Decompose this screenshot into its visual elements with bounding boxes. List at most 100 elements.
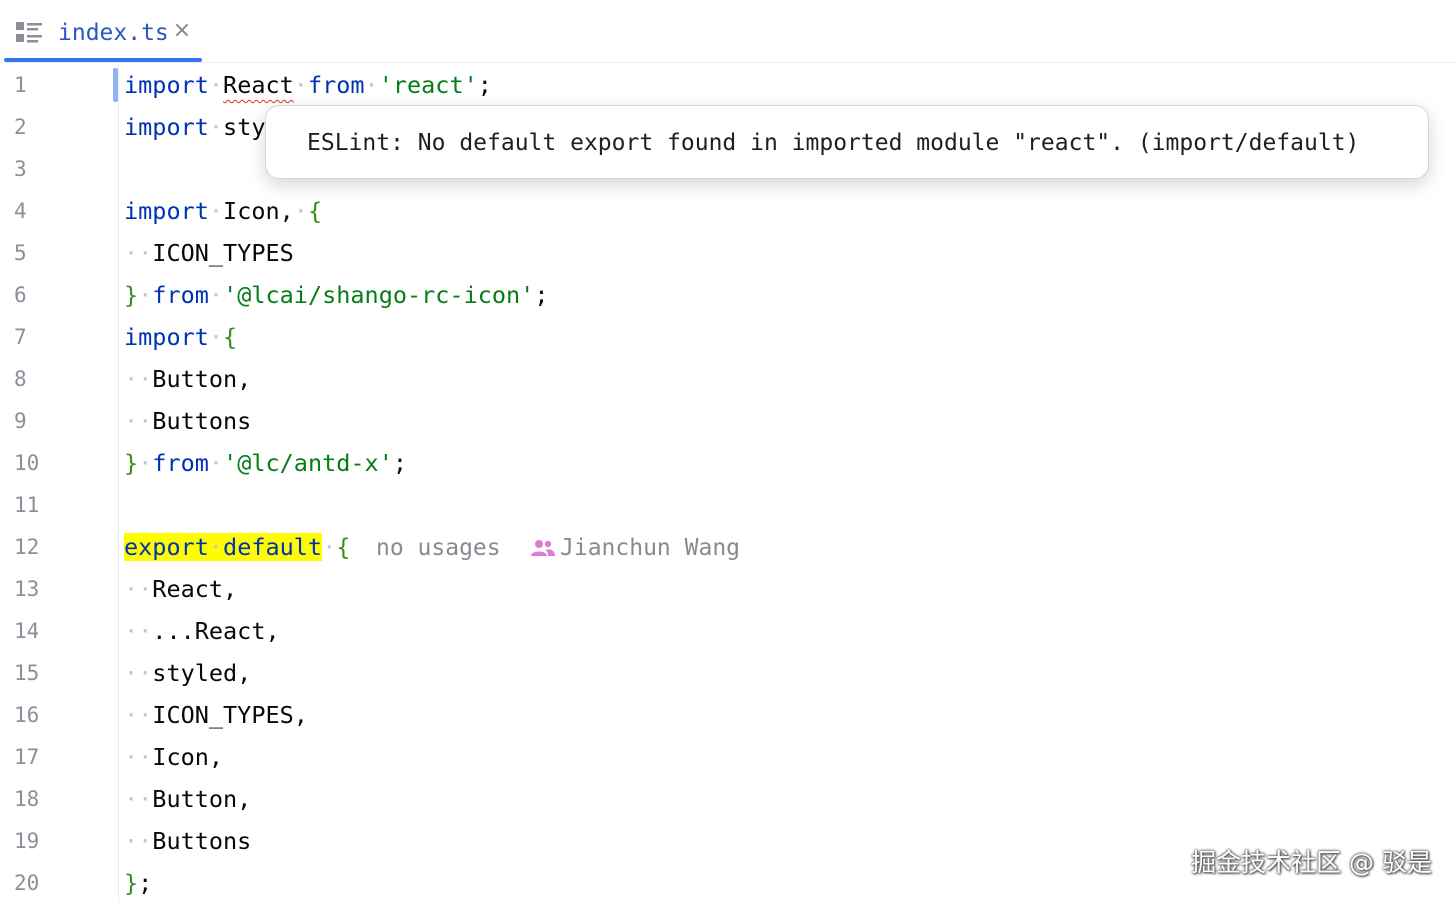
line-number[interactable]: 9 [14,400,54,442]
close-icon[interactable]: × [172,18,192,44]
identifier: ...React, [152,617,280,645]
code-line-7[interactable]: import·{ [124,316,237,358]
line-number[interactable]: 5 [14,232,54,274]
whitespace-dot: · [293,197,308,225]
semicolon: ; [534,281,549,309]
identifier: ICON_TYPES [152,239,294,267]
error-identifier[interactable]: React [223,71,294,99]
identifier: Button, [152,785,252,813]
line-number[interactable]: 10 [14,442,54,484]
indent-dots: ·· [124,617,153,645]
line-number[interactable]: 13 [14,568,54,610]
indent-dots: ·· [124,239,153,267]
code-line-14[interactable]: ··...React, [124,610,280,652]
indent-dots: ·· [124,365,153,393]
code-line-10[interactable]: }·from·'@lc/antd-x'; [124,442,407,484]
semicolon: ; [477,71,492,99]
line-number[interactable]: 6 [14,274,54,316]
gutter-separator [118,64,119,902]
tab-index-ts[interactable]: index.ts × [4,0,202,62]
code-line-5[interactable]: ··ICON_TYPES [124,232,294,274]
indent-dots: ·· [124,743,153,771]
code-line-4[interactable]: import·Icon,·{ [124,190,322,232]
line-number[interactable]: 2 [14,106,54,148]
author-hint[interactable]: Jianchun Wang [560,527,740,569]
brace: } [124,281,139,309]
usages-hint[interactable]: no usages [376,527,501,569]
string-literal: 'react' [378,71,478,99]
code-line-9[interactable]: ··Buttons [124,400,251,442]
line-number[interactable]: 12 [14,526,54,568]
export-default-highlight: export·default [124,533,323,561]
line-number[interactable]: 3 [14,148,54,190]
line-number[interactable]: 18 [14,778,54,820]
line-number[interactable]: 14 [14,610,54,652]
whitespace-dot: · [208,449,224,477]
line-number[interactable]: 7 [14,316,54,358]
indent-dots: ·· [124,659,153,687]
code-line-6[interactable]: }·from·'@lcai/shango-rc-icon'; [124,274,548,316]
line-number[interactable]: 4 [14,190,54,232]
keyword: import [124,197,209,225]
active-tab-indicator [4,58,202,62]
code-line-1[interactable]: import·React·from·'react'; [124,64,492,106]
keyword: default [223,533,323,561]
tooltip-message: ESLint: No default export found in impor… [307,130,1360,156]
keyword: from [152,449,209,477]
brace: } [124,869,139,897]
brace: { [307,197,323,225]
semicolon: ; [138,869,153,897]
whitespace-dot: · [293,71,308,99]
tab-label: index.ts [58,20,169,46]
keyword: import [124,113,209,141]
code-line-16[interactable]: ··ICON_TYPES, [124,694,308,736]
code-line-15[interactable]: ··styled, [124,652,251,694]
indent-dots: ·· [124,407,153,435]
whitespace-dot: · [208,323,224,351]
whitespace-dot: · [208,71,224,99]
whitespace-dot: · [208,281,224,309]
whitespace-dot: · [138,449,153,477]
keyword: export [124,533,209,561]
code-line-18[interactable]: ··Button, [124,778,251,820]
whitespace-dot: · [208,197,224,225]
line-number[interactable]: 15 [14,652,54,694]
whitespace-dot: · [208,533,224,561]
line-number[interactable]: 19 [14,820,54,862]
keyword: from [152,281,209,309]
line-number[interactable]: 20 [14,862,54,904]
code-line-20[interactable]: }; [124,862,152,904]
whitespace-dot: · [138,281,153,309]
code-line-19[interactable]: ··Buttons [124,820,251,862]
line-number[interactable]: 16 [14,694,54,736]
indent-dots: ·· [124,701,153,729]
identifier: Buttons [152,407,252,435]
code-line-2[interactable]: import·sty [124,106,266,148]
identifier: Icon, [223,197,294,225]
editor-tab-bar: index.ts × [0,0,1456,63]
code-line-17[interactable]: ··Icon, [124,736,223,778]
keyword: import [124,71,209,99]
identifier: Buttons [152,827,252,855]
string-literal: '@lc/antd-x' [223,449,393,477]
identifier: Button, [152,365,252,393]
code-line-8[interactable]: ··Button, [124,358,251,400]
semicolon: ; [392,449,407,477]
identifier: styled, [152,659,252,687]
line-number[interactable]: 8 [14,358,54,400]
structure-icon [16,22,42,43]
line-number[interactable]: 11 [14,484,54,526]
indent-dots: ·· [124,827,153,855]
eslint-error-tooltip[interactable]: ESLint: No default export found in impor… [265,105,1429,179]
line-number[interactable]: 17 [14,736,54,778]
code-line-12[interactable]: export·default·{ [124,526,350,568]
whitespace-dot: · [208,113,224,141]
indent-dots: ·· [124,575,153,603]
current-line-marker [113,68,118,102]
identifier: ICON_TYPES, [152,701,308,729]
whitespace-dot: · [364,71,379,99]
line-number[interactable]: 1 [14,64,54,106]
brace: } [124,449,139,477]
brace: { [223,323,238,351]
code-line-13[interactable]: ··React, [124,568,237,610]
